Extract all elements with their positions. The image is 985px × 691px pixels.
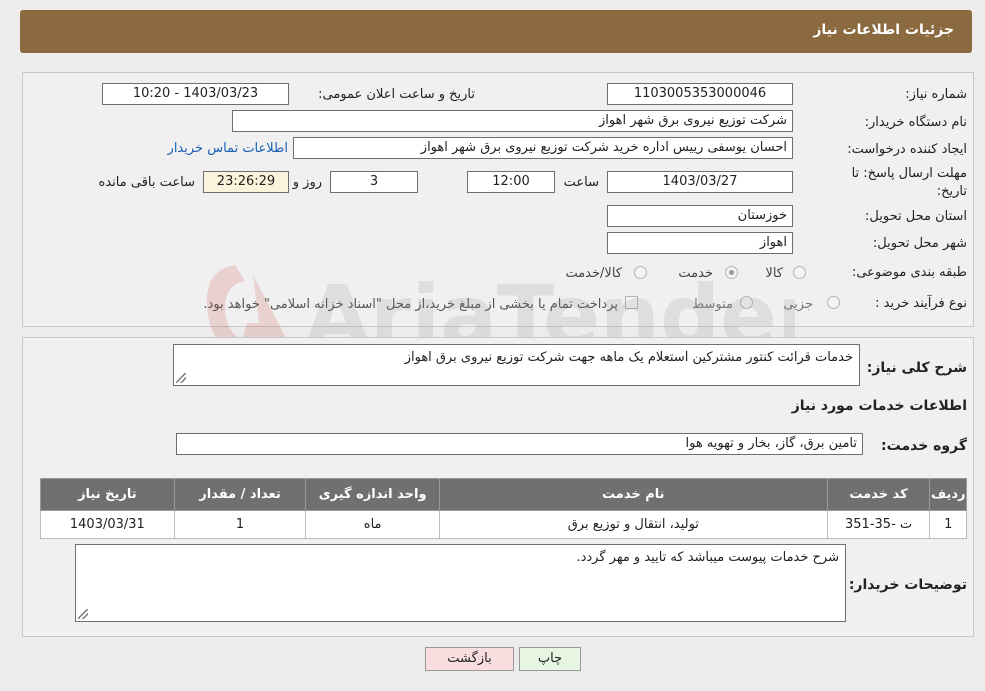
deadline-label-date: تاریخ:: [936, 184, 967, 199]
category-goods-radio[interactable]: [793, 266, 806, 279]
category-goods-label: کالا: [765, 266, 783, 281]
resize-grip-icon[interactable]: [176, 373, 186, 383]
page-title: جزئیات اطلاعات نیاز: [813, 22, 954, 38]
cell-need-date: 1403/03/31: [40, 510, 175, 539]
process-minor-label: جزیی: [783, 297, 813, 312]
services-section-title: اطلاعات خدمات مورد نیاز: [791, 398, 967, 414]
table-header-row: ردیف کد خدمت نام خدمت واحد اندازه گیری ت…: [40, 478, 967, 511]
treasury-payment-checkbox[interactable]: [625, 296, 638, 309]
category-service-radio[interactable]: [725, 266, 738, 279]
summary-textarea[interactable]: خدمات قرائت کنتور مشترکین استعلام یک ماه…: [173, 344, 860, 386]
category-goods-service-label: کالا/خدمت: [565, 266, 622, 281]
process-minor-radio[interactable]: [827, 296, 840, 309]
service-group-label: گروه خدمت:: [881, 438, 967, 454]
category-goods-service-radio[interactable]: [634, 266, 647, 279]
announce-date-field: 1403/03/23 - 10:20: [102, 83, 289, 105]
buyer-org-field: شرکت توزیع نیروی برق شهر اهواز: [232, 110, 793, 132]
need-number-field: 1103005353000046: [607, 83, 793, 105]
category-service-label: خدمت: [678, 266, 713, 281]
creator-label: ایجاد کننده درخواست:: [847, 142, 967, 157]
creator-field: احسان یوسفی رییس اداره خرید شرکت توزیع ن…: [293, 137, 793, 159]
summary-label: شرح کلی نیاز:: [866, 360, 967, 376]
days-label: روز و: [292, 175, 322, 190]
city-label: شهر محل تحویل:: [872, 236, 967, 251]
province-label: استان محل تحویل:: [865, 209, 967, 224]
remaining-time-field: 23:26:29: [203, 171, 289, 193]
remaining-time-label: ساعت باقی مانده: [98, 175, 195, 190]
deadline-label: مهلت ارسال پاسخ: تا: [851, 166, 967, 181]
cell-service-code: ت -35-351: [826, 510, 931, 539]
col-unit-header: واحد اندازه گیری: [305, 478, 440, 511]
col-name-header: نام خدمت: [438, 478, 828, 511]
deadline-time-label: ساعت: [563, 175, 599, 190]
cell-unit: ماه: [305, 510, 440, 539]
category-label: طبقه بندی موضوعی:: [851, 265, 967, 280]
cell-quantity: 1: [173, 510, 307, 539]
announce-date-label: تاریخ و ساعت اعلان عمومی:: [318, 87, 475, 102]
deadline-date-field: 1403/03/27: [607, 171, 793, 193]
table-row: 1 ت -35-351 تولید، انتقال و توزیع برق ما…: [40, 510, 967, 539]
resize-grip-icon[interactable]: [78, 609, 88, 619]
service-group-field: تامین برق، گاز، بخار و تهویه هوا: [176, 433, 863, 455]
buyer-org-label: نام دستگاه خریدار:: [864, 115, 967, 130]
back-button[interactable]: بازگشت: [425, 647, 514, 671]
col-code-header: کد خدمت: [826, 478, 931, 511]
process-medium-radio[interactable]: [740, 296, 753, 309]
treasury-payment-note: پرداخت تمام یا بخشی از مبلغ خرید،از محل …: [203, 297, 618, 312]
cell-row-number: 1: [929, 510, 967, 539]
remaining-days-field: 3: [330, 171, 418, 193]
page-header: جزئیات اطلاعات نیاز: [20, 10, 972, 53]
print-button[interactable]: چاپ: [519, 647, 581, 671]
buyer-contact-link[interactable]: اطلاعات تماس خریدار: [168, 141, 288, 156]
col-date-header: تاریخ نیاز: [40, 478, 175, 511]
buyer-notes-text: شرح خدمات پیوست میباشد که تایید و مهر گر…: [576, 550, 839, 565]
services-table: ردیف کد خدمت نام خدمت واحد اندازه گیری ت…: [40, 478, 967, 539]
city-field: اهواز: [607, 232, 793, 254]
summary-text: خدمات قرائت کنتور مشترکین استعلام یک ماه…: [404, 350, 853, 365]
province-field: خوزستان: [607, 205, 793, 227]
need-number-label: شماره نیاز:: [905, 87, 967, 102]
deadline-time-field: 12:00: [467, 171, 555, 193]
buyer-notes-label: توضیحات خریدار:: [848, 577, 967, 593]
col-row-header: ردیف: [929, 478, 967, 511]
buyer-notes-textarea[interactable]: شرح خدمات پیوست میباشد که تایید و مهر گر…: [75, 544, 846, 622]
col-qty-header: تعداد / مقدار: [173, 478, 307, 511]
process-medium-label: متوسط: [692, 297, 733, 312]
process-label: نوع فرآیند خرید :: [875, 296, 967, 311]
cell-service-name: تولید، انتقال و توزیع برق: [438, 510, 828, 539]
